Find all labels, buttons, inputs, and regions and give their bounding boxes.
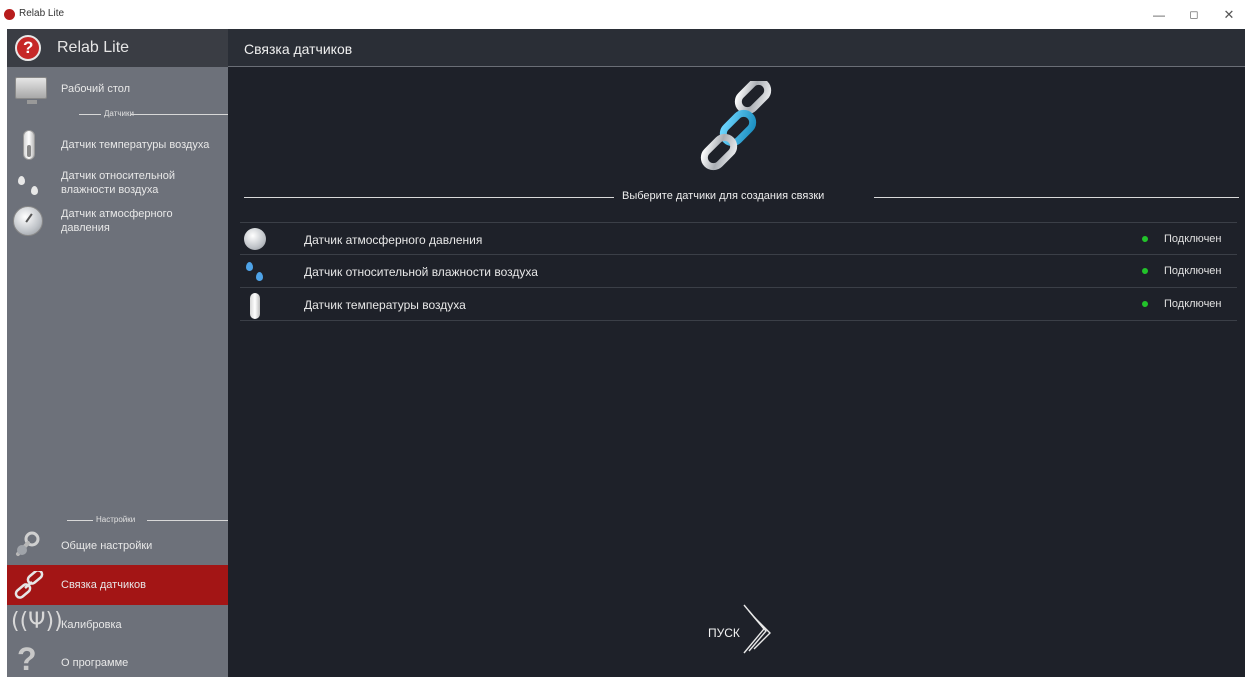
- page-title: Связка датчиков: [244, 41, 353, 57]
- section-label: Датчики: [104, 109, 134, 118]
- app-logo-icon: [4, 9, 15, 20]
- status-dot-icon: [1142, 268, 1148, 274]
- sidebar-item-label: Датчик атмосферного давления: [61, 208, 173, 234]
- close-button[interactable]: ✕: [1215, 4, 1243, 26]
- status-dot-icon: [1142, 236, 1148, 242]
- window-title: Relab Lite: [19, 8, 65, 19]
- select-sensors-prompt: Выберите датчики для создания связки: [622, 190, 825, 202]
- sidebar-item-temperature-sensor[interactable]: Датчик температуры воздуха: [7, 126, 228, 166]
- sidebar-section-settings: Настройки: [7, 515, 228, 525]
- question-icon: ?: [17, 641, 37, 677]
- sidebar-item-label: О программе: [61, 657, 129, 669]
- sensor-name: Датчик относительной влажности воздуха: [304, 265, 538, 279]
- sensor-row-temperature[interactable]: Датчик температуры воздуха Подключен: [240, 288, 1237, 321]
- sidebar-item-label: Датчик относительной влажности воздуха: [61, 170, 176, 196]
- gauge-icon: [13, 206, 43, 236]
- gauge-icon: [244, 228, 266, 250]
- sensor-status: Подключен: [1164, 265, 1222, 277]
- sensor-list: Датчик атмосферного давления Подключен Д…: [240, 222, 1237, 321]
- sensor-row-humidity[interactable]: Датчик относительной влажности воздуха П…: [240, 255, 1237, 288]
- chain-icon: [13, 569, 45, 599]
- thermometer-icon: [23, 130, 35, 160]
- sidebar: Relab Lite Рабочий стол Датчики Датчик т…: [7, 29, 228, 677]
- sidebar-header: Relab Lite: [7, 29, 228, 67]
- sidebar-item-label: Датчик температуры воздуха: [61, 139, 210, 151]
- sidebar-item-label: Рабочий стол: [61, 83, 131, 95]
- chevrons-right-icon: [743, 604, 771, 654]
- main-panel: Связка датчиков Выберите датчики для соз…: [228, 29, 1245, 677]
- status-dot-icon: [1142, 301, 1148, 307]
- drops-icon: [244, 260, 266, 284]
- sidebar-section-sensors: Датчики: [7, 109, 228, 119]
- sidebar-item-desktop[interactable]: Рабочий стол: [7, 71, 228, 111]
- sidebar-item-pressure-sensor[interactable]: Датчик атмосферного давления: [7, 205, 228, 245]
- main-header: Связка датчиков: [228, 29, 1245, 67]
- select-sensors-divider: Выберите датчики для создания связки: [244, 189, 1239, 205]
- sidebar-item-general-settings[interactable]: Общие настройки: [7, 526, 228, 566]
- drops-icon: [17, 173, 39, 195]
- thermometer-icon: [250, 293, 260, 319]
- sidebar-item-sensor-linking[interactable]: Связка датчиков: [7, 565, 228, 605]
- sidebar-brand: Relab Lite: [57, 39, 130, 56]
- sidebar-item-label: Калибровка: [61, 619, 122, 631]
- sensor-name: Датчик атмосферного давления: [304, 233, 483, 247]
- maximize-button[interactable]: ◻: [1180, 4, 1208, 26]
- sensor-status: Подключен: [1164, 233, 1222, 245]
- sensor-row-pressure[interactable]: Датчик атмосферного давления Подключен: [240, 222, 1237, 255]
- sidebar-item-label: Связка датчиков: [61, 579, 146, 591]
- monitor-icon: [15, 77, 47, 104]
- sidebar-item-about[interactable]: ? О программе: [7, 641, 228, 677]
- chain-hero-icon: [694, 77, 784, 177]
- sensor-status: Подключен: [1164, 298, 1222, 310]
- sidebar-item-calibration[interactable]: ((Ψ)) Калибровка: [7, 605, 228, 645]
- sensor-name: Датчик температуры воздуха: [304, 298, 466, 312]
- section-label: Настройки: [96, 515, 136, 524]
- start-button[interactable]: ПУСК: [706, 601, 776, 657]
- start-button-label: ПУСК: [708, 626, 740, 640]
- minimize-button[interactable]: —: [1145, 4, 1173, 26]
- sidebar-item-humidity-sensor[interactable]: Датчик относительной влажности воздуха: [7, 167, 228, 207]
- calibration-icon: ((Ψ)): [11, 609, 63, 634]
- magnifier-icon: [13, 530, 43, 560]
- relab-logo-icon: [15, 35, 41, 61]
- sidebar-item-label: Общие настройки: [61, 540, 153, 552]
- title-bar: Relab Lite — ◻ ✕: [0, 0, 1245, 29]
